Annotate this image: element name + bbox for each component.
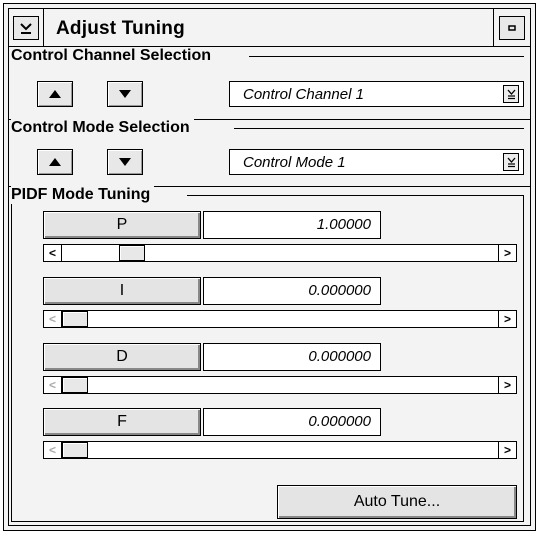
channel-select-dropdown-button[interactable] bbox=[503, 85, 519, 103]
control-channel-group: Control Channel Selection Control Channe… bbox=[9, 47, 530, 120]
control-mode-group: Control Mode Selection Control Mode 1 bbox=[9, 119, 530, 187]
scroll-left-icon: < bbox=[48, 443, 56, 457]
pidf-tuning-group-title: PIDF Mode Tuning bbox=[11, 186, 155, 204]
title-separator-right bbox=[493, 9, 494, 47]
mode-up-button[interactable] bbox=[37, 149, 73, 175]
auto-tune-button[interactable]: Auto Tune... bbox=[277, 485, 517, 519]
group-frame-line bbox=[249, 56, 524, 57]
d-value-field[interactable]: 0.000000 bbox=[203, 343, 381, 371]
scroll-right-icon: > bbox=[503, 246, 511, 260]
p-value-field[interactable]: 1.00000 bbox=[203, 211, 381, 239]
window-body: Adjust Tuning Control Channel Selection … bbox=[8, 8, 531, 526]
up-arrow-icon bbox=[49, 158, 61, 166]
minimize-button[interactable] bbox=[499, 16, 525, 40]
scroll-left-icon: < bbox=[48, 378, 56, 392]
d-slider-thumb[interactable] bbox=[62, 377, 88, 393]
group-frame-line bbox=[523, 195, 524, 521]
mode-select[interactable]: Control Mode 1 bbox=[229, 149, 524, 175]
i-slider-thumb[interactable] bbox=[62, 311, 88, 327]
channel-up-button[interactable] bbox=[37, 81, 73, 107]
chevron-down-icon bbox=[507, 89, 515, 100]
group-frame-line bbox=[11, 521, 524, 522]
channel-down-button[interactable] bbox=[107, 81, 143, 107]
up-arrow-icon bbox=[49, 90, 61, 98]
d-param-button[interactable]: D bbox=[43, 343, 201, 371]
control-mode-group-title: Control Mode Selection bbox=[11, 119, 194, 137]
i-slider-left-button[interactable]: < bbox=[44, 311, 62, 327]
mode-select-dropdown-button[interactable] bbox=[503, 153, 519, 171]
p-slider-thumb[interactable] bbox=[119, 245, 146, 261]
mode-select-value: Control Mode 1 bbox=[243, 154, 346, 171]
p-slider[interactable]: < > bbox=[43, 244, 517, 262]
scroll-left-icon: < bbox=[48, 312, 56, 326]
p-param-button[interactable]: P bbox=[43, 211, 201, 239]
scroll-right-icon: > bbox=[503, 443, 511, 457]
d-slider[interactable]: < > bbox=[43, 376, 517, 394]
control-channel-group-title: Control Channel Selection bbox=[11, 47, 216, 65]
i-slider[interactable]: < > bbox=[43, 310, 517, 328]
mode-down-button[interactable] bbox=[107, 149, 143, 175]
minimize-icon bbox=[508, 25, 516, 31]
group-frame-line bbox=[234, 128, 524, 129]
chevron-down-icon bbox=[20, 23, 32, 34]
scroll-left-icon: < bbox=[48, 246, 56, 260]
title-bar: Adjust Tuning bbox=[9, 9, 530, 47]
f-param-button[interactable]: F bbox=[43, 408, 201, 436]
f-value-field[interactable]: 0.000000 bbox=[203, 408, 381, 436]
group-frame-line bbox=[11, 195, 12, 521]
p-slider-left-button[interactable]: < bbox=[44, 245, 62, 261]
down-arrow-icon bbox=[119, 90, 131, 98]
channel-select-value: Control Channel 1 bbox=[243, 86, 364, 103]
f-slider-thumb[interactable] bbox=[62, 442, 88, 458]
scroll-right-icon: > bbox=[503, 378, 511, 392]
i-value-field[interactable]: 0.000000 bbox=[203, 277, 381, 305]
i-param-button[interactable]: I bbox=[43, 277, 201, 305]
d-slider-right-button[interactable]: > bbox=[498, 377, 516, 393]
f-slider[interactable]: < > bbox=[43, 441, 517, 459]
chevron-down-icon bbox=[507, 157, 515, 168]
p-slider-right-button[interactable]: > bbox=[498, 245, 516, 261]
down-arrow-icon bbox=[119, 158, 131, 166]
window-menu-button[interactable] bbox=[13, 16, 39, 40]
window-title: Adjust Tuning bbox=[56, 18, 185, 39]
adjust-tuning-window: Adjust Tuning Control Channel Selection … bbox=[3, 3, 536, 531]
title-separator-left bbox=[43, 9, 44, 47]
d-slider-left-button[interactable]: < bbox=[44, 377, 62, 393]
f-slider-left-button[interactable]: < bbox=[44, 442, 62, 458]
scroll-right-icon: > bbox=[503, 312, 511, 326]
i-slider-right-button[interactable]: > bbox=[498, 311, 516, 327]
f-slider-right-button[interactable]: > bbox=[498, 442, 516, 458]
channel-select[interactable]: Control Channel 1 bbox=[229, 81, 524, 107]
group-frame-line bbox=[187, 195, 524, 196]
pidf-tuning-group: PIDF Mode Tuning P 1.00000 < > I 0.00000… bbox=[9, 186, 530, 527]
